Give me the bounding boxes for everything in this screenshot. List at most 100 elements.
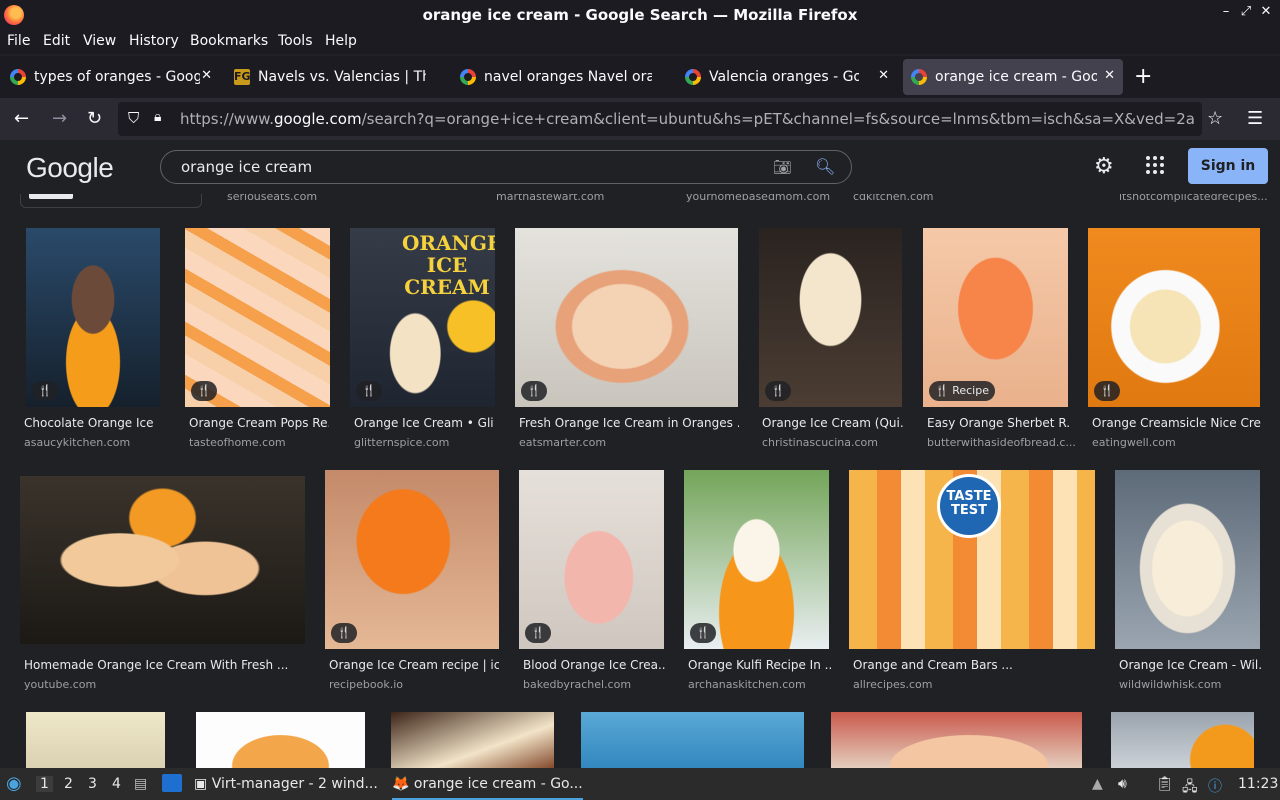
- camera-icon[interactable]: 📷︎: [773, 158, 792, 176]
- result-image[interactable]: 🍴: [185, 228, 330, 407]
- result-title[interactable]: Orange Cream Pops Re...: [189, 416, 329, 430]
- result-source[interactable]: asaucykitchen.com: [24, 436, 130, 449]
- clipboard-icon[interactable]: 📋︎: [1156, 776, 1174, 792]
- result-source[interactable]: recipebook.io: [329, 678, 403, 691]
- google-logo[interactable]: Google: [26, 152, 114, 184]
- desktop-icon[interactable]: [162, 774, 182, 792]
- result-image[interactable]: [831, 712, 1082, 768]
- result-image[interactable]: [196, 712, 365, 768]
- result-title[interactable]: Orange and Cream Bars ...: [853, 658, 1095, 672]
- result-source[interactable]: wildwildwhisk.com: [1119, 678, 1221, 691]
- result-title[interactable]: Blood Orange Ice Crea...: [523, 658, 666, 672]
- apps-grid-icon[interactable]: [1146, 156, 1164, 174]
- firefox-task[interactable]: 🦊 orange ice cream - Go...: [392, 768, 583, 800]
- result-title[interactable]: Orange Creamsicle Nice Cre...: [1092, 416, 1262, 430]
- result-title[interactable]: Orange Ice Cream - Wil...: [1119, 658, 1262, 672]
- result-title[interactable]: Easy Orange Sherbet R...: [927, 416, 1069, 430]
- result-source[interactable]: christinascucina.com: [762, 436, 878, 449]
- tab-navel-oranges[interactable]: navel oranges Navel oranges: [452, 59, 672, 95]
- result-source[interactable]: glitternspice.com: [354, 436, 449, 449]
- result-source[interactable]: butterwithasideofbread.c...: [927, 436, 1076, 449]
- menu-file[interactable]: File: [7, 33, 30, 49]
- bookmark-star-icon[interactable]: ☆: [1207, 108, 1223, 129]
- result-image[interactable]: ORANGE ICE CREAM 🍴: [350, 228, 495, 407]
- result-image[interactable]: 🍴: [325, 470, 499, 649]
- result-source[interactable]: tasteofhome.com: [189, 436, 286, 449]
- hamburger-menu-icon[interactable]: ☰: [1247, 108, 1263, 129]
- result-image[interactable]: [391, 712, 554, 768]
- menu-bookmarks[interactable]: Bookmarks: [190, 33, 268, 49]
- close-window-icon[interactable]: ✕: [1256, 4, 1276, 19]
- close-tab-icon[interactable]: ✕: [201, 68, 212, 83]
- result-source[interactable]: eatingwell.com: [1092, 436, 1176, 449]
- result-title[interactable]: Fresh Orange Ice Cream in Oranges ...: [519, 416, 739, 430]
- result-source[interactable]: seriouseats.com: [227, 194, 317, 203]
- result-image[interactable]: 🍴: [519, 470, 664, 649]
- result-image[interactable]: 🍴: [684, 470, 829, 649]
- menu-history[interactable]: History: [129, 33, 179, 49]
- workspace-2[interactable]: 2: [64, 776, 73, 792]
- result-source[interactable]: itsnotcomplicatedrecipes...: [1119, 194, 1268, 203]
- workspace-3[interactable]: 3: [88, 776, 97, 792]
- result-source[interactable]: archanaskitchen.com: [688, 678, 806, 691]
- new-tab-icon[interactable]: +: [1134, 64, 1152, 89]
- start-menu-icon[interactable]: ◉: [6, 773, 22, 794]
- restore-icon[interactable]: ⤢: [1236, 4, 1256, 19]
- tray-icon[interactable]: ▲: [1092, 776, 1103, 792]
- result-title[interactable]: Orange Kulfi Recipe In ...: [688, 658, 831, 672]
- result-image[interactable]: 🍴: [759, 228, 902, 407]
- result-source[interactable]: youtube.com: [24, 678, 96, 691]
- result-image[interactable]: [581, 712, 804, 768]
- search-icon[interactable]: 🔍︎: [815, 157, 835, 176]
- workspace-1[interactable]: 1: [36, 776, 53, 792]
- menu-edit[interactable]: Edit: [43, 33, 70, 49]
- tab-navels-vs-valencias[interactable]: FG Navels vs. Valencias | The: [226, 59, 446, 95]
- result-image[interactable]: 🍴 Recipe: [923, 228, 1068, 407]
- tab-valencia-oranges[interactable]: Valencia oranges - Google ✕: [677, 59, 897, 95]
- sign-in-button[interactable]: Sign in: [1188, 148, 1268, 184]
- result-image[interactable]: [20, 476, 305, 644]
- network-icon[interactable]: 🖧: [1182, 776, 1198, 800]
- lock-icon[interactable]: 🔒︎: [154, 109, 161, 125]
- result-source[interactable]: yourhomebasedmom.com: [686, 194, 830, 203]
- result-title[interactable]: Homemade Orange Ice Cream With Fresh ...: [24, 658, 304, 672]
- virt-manager-task[interactable]: ▣ Virt-manager - 2 wind...: [194, 776, 378, 792]
- result-source[interactable]: marthastewart.com: [496, 194, 604, 203]
- url-bar[interactable]: ⛉ 🔒︎ https://www.google.com/search?q=ora…: [118, 102, 1202, 136]
- url-text[interactable]: https://www.google.com/search?q=orange+i…: [180, 110, 1195, 128]
- search-box[interactable]: 📷︎ 🔍︎: [160, 150, 852, 184]
- forward-arrow-icon[interactable]: →: [52, 108, 67, 129]
- result-source[interactable]: eatsmarter.com: [519, 436, 606, 449]
- notification-icon[interactable]: ⓘ: [1208, 776, 1222, 796]
- result-image[interactable]: 🍴: [1088, 228, 1260, 407]
- result-image[interactable]: [1115, 470, 1260, 649]
- volume-icon[interactable]: 🔊︎: [1118, 776, 1127, 792]
- back-arrow-icon[interactable]: ←: [14, 108, 29, 129]
- close-tab-icon[interactable]: ✕: [878, 68, 889, 83]
- result-source[interactable]: cdkitchen.com: [853, 194, 934, 203]
- result-source[interactable]: allrecipes.com: [853, 678, 932, 691]
- result-title[interactable]: Orange Ice Cream recipe | ic...: [329, 658, 499, 672]
- reload-icon[interactable]: ↻: [87, 108, 102, 129]
- menu-view[interactable]: View: [83, 33, 116, 49]
- result-title[interactable]: Chocolate Orange Ice ...: [24, 416, 158, 430]
- file-manager-icon[interactable]: ▤: [134, 776, 147, 792]
- menu-tools[interactable]: Tools: [278, 33, 313, 49]
- tab-orange-ice-cream[interactable]: orange ice cream - Google ✕: [903, 59, 1123, 95]
- workspace-4[interactable]: 4: [112, 776, 121, 792]
- minimize-icon[interactable]: –: [1216, 4, 1236, 19]
- result-title[interactable]: Orange Ice Cream (Qui...: [762, 416, 904, 430]
- result-title[interactable]: Orange Ice Cream • Glit...: [354, 416, 494, 430]
- search-input[interactable]: [181, 157, 741, 177]
- result-image[interactable]: TASTE TEST: [849, 470, 1095, 649]
- close-tab-icon[interactable]: ✕: [1104, 68, 1115, 83]
- result-image[interactable]: 🍴: [26, 228, 160, 407]
- shield-icon[interactable]: ⛉: [128, 109, 139, 127]
- gear-icon[interactable]: ⚙: [1094, 154, 1114, 179]
- menu-help[interactable]: Help: [325, 33, 357, 49]
- result-source[interactable]: bakedbyrachel.com: [523, 678, 631, 691]
- result-image[interactable]: 🍴: [515, 228, 738, 407]
- result-image[interactable]: [26, 712, 165, 768]
- result-image[interactable]: [1111, 712, 1254, 768]
- tab-types-of-oranges[interactable]: types of oranges - Google ✕: [2, 59, 220, 95]
